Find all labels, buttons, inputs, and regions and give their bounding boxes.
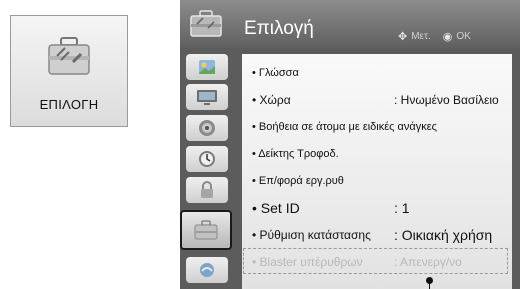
sidebar-item-option[interactable] (180, 210, 232, 250)
menu-item-accessibility[interactable]: • Βοήθεια σε άτομα με ειδικές ανάγκες (242, 114, 512, 140)
menu-item-label: • Δείκτης Τροφοδ. (252, 148, 339, 160)
toolbox-icon (48, 37, 90, 75)
usb-icon (200, 263, 214, 277)
ok-circle-icon: ◉ (442, 31, 453, 43)
menu-item-label: • Βοήθεια σε άτομα με ειδικές ανάγκες (252, 121, 437, 133)
sidebar-item-usb[interactable] (186, 257, 228, 283)
ir-blaster-highlight-box (243, 248, 508, 274)
menu-item-value: : Ηνωμένο Βασίλειο (394, 93, 499, 107)
sidebar-item-lock[interactable] (186, 177, 228, 203)
menu-item-mode-setting[interactable]: • Ρύθμιση κατάστασης : Οικιακή χρήση (242, 222, 512, 248)
menu-item-label: • Χώρα (252, 93, 291, 107)
picture-icon (199, 60, 215, 74)
menu-item-power-indicator[interactable]: • Δείκτης Τροφοδ. (242, 141, 512, 167)
option-tile[interactable]: ΕΠΙΛΟΓΗ (10, 15, 128, 127)
toolbox-icon (194, 220, 218, 240)
sidebar-item-sound[interactable] (186, 115, 228, 141)
menu-item-value: : 1 (394, 200, 410, 216)
clock-icon (199, 151, 215, 167)
hint-ok: OK (456, 31, 471, 42)
option-menu-panel: Επιλογή ✥ Μετ. ◉ OK • Γλώσσα • Χώρα: Ην… (180, 0, 520, 289)
menu-item-label: • Ρύθμιση κατάστασης (252, 228, 371, 242)
sidebar-item-time[interactable] (186, 146, 228, 172)
nav-hint: ✥ Μετ. ◉ OK (398, 30, 471, 43)
lock-icon (201, 181, 213, 198)
menu-item-label: • Set ID (252, 200, 300, 216)
menu-item-factory-reset[interactable]: • Επ/φορά εργ.ρυθ (242, 168, 512, 194)
page-title: Επιλογή (244, 18, 314, 39)
menu-item-label: • Γλώσσα (252, 67, 299, 79)
menu-item-value: : Οικιακή χρήση (394, 227, 493, 243)
dpad-icon: ✥ (398, 31, 408, 43)
toolbox-icon (190, 10, 222, 37)
menu-item-label: • Επ/φορά εργ.ρυθ (252, 175, 344, 187)
category-sidebar (180, 54, 234, 289)
sidebar-item-screen[interactable] (186, 84, 228, 110)
sidebar-item-picture[interactable] (186, 54, 228, 80)
menu-item-language[interactable]: • Γλώσσα (242, 60, 512, 86)
menu-item-set-id[interactable]: • Set ID : 1 (242, 195, 512, 221)
menu-header: Επιλογή ✥ Μετ. ◉ OK (180, 0, 520, 48)
tile-label: ΕΠΙΛΟΓΗ (39, 97, 99, 112)
hint-move: Μετ. (411, 31, 431, 42)
screen-icon (197, 90, 217, 105)
speaker-icon (199, 120, 215, 136)
menu-item-country[interactable]: • Χώρα : Ηνωμένο Βασίλειο (242, 87, 512, 113)
callout-line (429, 283, 430, 289)
